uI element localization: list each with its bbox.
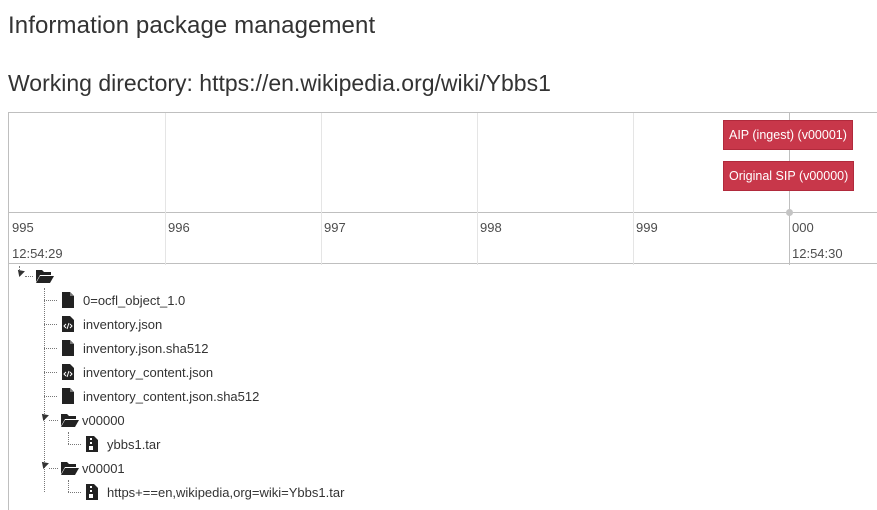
tree-collapse-toggle[interactable] xyxy=(15,267,25,277)
timeline-gridline xyxy=(321,113,322,265)
tree-file-node[interactable]: inventory.json.sha512 xyxy=(61,336,209,360)
tree-node-label: inventory.json.sha512 xyxy=(83,340,209,356)
tree-connector xyxy=(68,432,69,444)
tree-node-label: v00001 xyxy=(82,460,125,476)
file-icon xyxy=(61,387,77,405)
tree-node-label: ybbs1.tar xyxy=(107,436,161,452)
tree-connector xyxy=(49,468,58,469)
timeline-axis-minor-label: 995 xyxy=(12,220,34,235)
file-code-icon xyxy=(61,315,77,333)
tree-folder-node[interactable]: v00001 xyxy=(60,456,125,480)
file-archive-icon xyxy=(85,483,101,501)
timeline-gridline xyxy=(165,113,166,265)
folder-open-icon xyxy=(60,411,79,429)
tree-file-node[interactable]: inventory_content.json.sha512 xyxy=(61,384,259,408)
tree-file-node[interactable]: inventory.json xyxy=(61,312,162,336)
tree-file-node[interactable]: 0=ocfl_object_1.0 xyxy=(61,288,185,312)
tree-folder-node[interactable]: v00000 xyxy=(60,408,125,432)
tree-connector xyxy=(68,480,69,492)
file-code-icon xyxy=(61,363,77,381)
timeline-gridline xyxy=(633,113,634,265)
tree-connector xyxy=(49,420,58,421)
tree-connector xyxy=(68,492,81,493)
tree-connector xyxy=(44,300,57,301)
file-archive-icon xyxy=(85,435,101,453)
tree-collapse-toggle[interactable] xyxy=(39,411,49,421)
tree-node-label: https+==en,wikipedia,org=wiki=Ybbs1.tar xyxy=(107,484,345,500)
timeline-axis-minor-label: 997 xyxy=(324,220,346,235)
tree-node-label: v00000 xyxy=(82,412,125,428)
timeline-axis-major-label: 12:54:29 xyxy=(12,246,63,261)
timeline[interactable]: AIP (ingest) (v00001) Original SIP (v000… xyxy=(8,112,877,265)
timeline-axis-minor-label: 999 xyxy=(636,220,658,235)
timeline-axis-minor-label: 000 xyxy=(792,220,814,235)
tree-node-label: inventory.json xyxy=(83,316,163,332)
timeline-item-original-sip[interactable]: Original SIP (v00000) xyxy=(723,161,855,191)
tree-connector xyxy=(44,372,57,373)
tree-connector xyxy=(25,276,33,277)
file-icon xyxy=(61,291,77,309)
timeline-gridline xyxy=(477,113,478,265)
tree-node-label: 0=ocfl_object_1.0 xyxy=(83,292,186,308)
tree-node-label: inventory_content.json.sha512 xyxy=(83,388,260,404)
tree-connector xyxy=(44,324,57,325)
tree-file-node[interactable]: https+==en,wikipedia,org=wiki=Ybbs1.tar xyxy=(85,480,344,504)
timeline-current-time-marker xyxy=(786,209,793,216)
tree-root-node[interactable] xyxy=(35,264,54,288)
folder-open-icon xyxy=(60,459,79,477)
timeline-axis-minor-label: 998 xyxy=(480,220,502,235)
working-directory-heading: Working directory: https://en.wikipedia.… xyxy=(8,70,551,96)
tree-collapse-toggle[interactable] xyxy=(39,459,49,469)
tree-connector xyxy=(44,396,57,397)
timeline-axis-major-label: 12:54:30 xyxy=(792,246,843,261)
file-icon xyxy=(61,339,77,357)
file-tree[interactable]: 0=ocfl_object_1.0 inventory.json invento… xyxy=(8,264,877,510)
tree-connector xyxy=(44,348,57,349)
page-title: Information package management xyxy=(8,12,376,39)
timeline-item-aip[interactable]: AIP (ingest) (v00001) xyxy=(723,120,853,150)
folder-open-icon xyxy=(35,267,54,285)
tree-connector xyxy=(68,444,81,445)
timeline-axis-minor-label: 996 xyxy=(168,220,190,235)
tree-file-node[interactable]: inventory_content.json xyxy=(61,360,213,384)
tree-node-label: inventory_content.json xyxy=(83,364,214,380)
tree-file-node[interactable]: ybbs1.tar xyxy=(85,432,160,456)
